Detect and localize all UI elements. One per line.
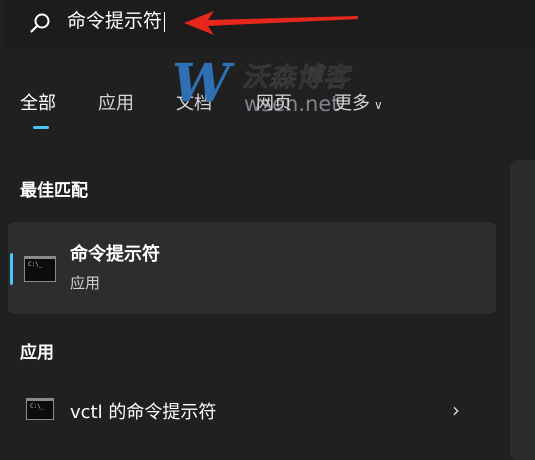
chevron-down-icon: ∨	[374, 98, 383, 112]
search-icon	[30, 13, 50, 33]
app-result-label: vctl 的命令提示符	[70, 402, 217, 423]
command-prompt-icon: C:\_	[24, 256, 56, 282]
command-prompt-icon: C:\_	[26, 398, 54, 420]
apps-heading: 应用	[20, 343, 54, 363]
chevron-right-icon[interactable]: ›	[452, 398, 460, 422]
right-preview-panel	[510, 160, 535, 460]
watermark-letter: W	[172, 53, 231, 114]
best-match-title: 命令提示符	[70, 244, 160, 265]
search-input[interactable]: 命令提示符	[67, 8, 162, 34]
text-caret	[164, 12, 165, 32]
tab-all[interactable]: 全部	[20, 90, 56, 118]
app-result-vctl[interactable]: C:\_ vctl 的命令提示符 ›	[8, 386, 496, 434]
watermark-logo: W 沃森博客 wsen.net	[172, 54, 372, 122]
best-match-result[interactable]: C:\_ 命令提示符 应用	[8, 222, 496, 314]
search-bar[interactable]: 命令提示符	[4, 0, 535, 48]
best-match-heading: 最佳匹配	[20, 181, 88, 201]
selection-accent	[10, 253, 13, 285]
active-tab-indicator	[33, 126, 49, 129]
watermark-url: wsen.net	[244, 92, 340, 116]
tab-apps[interactable]: 应用	[98, 90, 134, 118]
best-match-subtitle: 应用	[70, 274, 101, 292]
command-prompt-icon-text: C:\_	[30, 403, 45, 410]
annotation-arrow-icon	[184, 11, 358, 35]
watermark-brand: 沃森博客	[242, 63, 351, 94]
command-prompt-icon-text: C:\_	[28, 261, 43, 268]
